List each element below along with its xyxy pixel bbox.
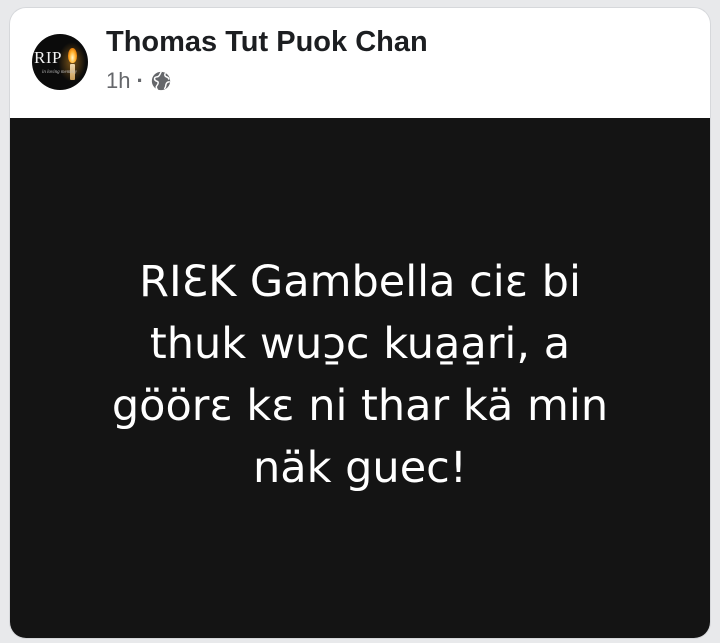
candle-flame-icon — [68, 48, 77, 63]
avatar[interactable]: RIP in loving memory — [32, 34, 88, 90]
post-body-text: RIƐK Gambella ciɛ bi thuk wuɔ̱c kua̱a̱ri… — [40, 251, 680, 499]
post-content-background: RIƐK Gambella ciɛ bi thuk wuɔ̱c kua̱a̱ri… — [10, 118, 710, 638]
meta-separator: · — [136, 68, 144, 93]
post-body-line: göörɛ kɛ ni thar kä min — [111, 381, 609, 431]
post-card: RIP in loving memory Thomas Tut Puok Cha… — [10, 8, 710, 638]
author-name[interactable]: Thomas Tut Puok Chan — [106, 26, 428, 59]
post-meta: 1h · — [106, 68, 172, 94]
post-body-line: näk guec! — [252, 443, 468, 493]
avatar-script-text: in loving memory — [42, 70, 77, 75]
post-body-line: RIƐK Gambella ciɛ bi — [139, 257, 581, 307]
globe-icon[interactable] — [150, 70, 172, 92]
post-header: RIP in loving memory Thomas Tut Puok Cha… — [10, 8, 710, 118]
avatar-text: RIP — [34, 48, 62, 67]
post-timestamp[interactable]: 1h — [106, 68, 130, 94]
post-body-line: thuk wuɔ̱c kua̱a̱ri, a — [149, 319, 571, 369]
